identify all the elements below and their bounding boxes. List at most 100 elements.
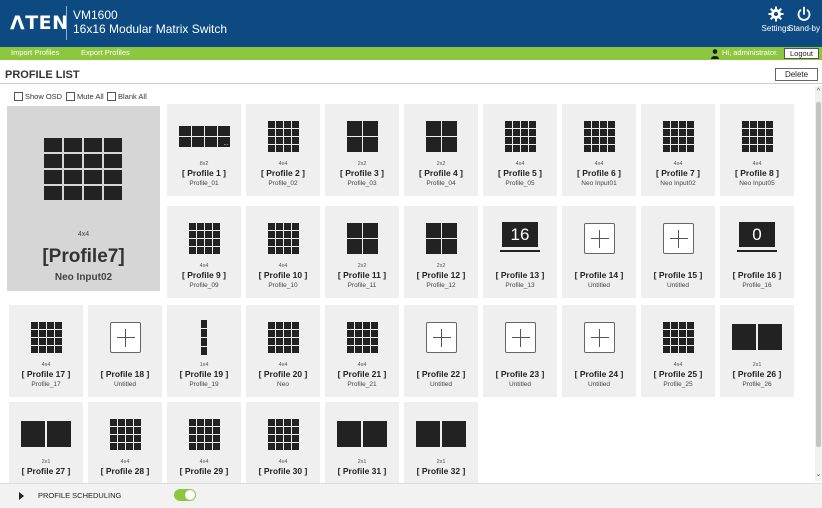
profile-card[interactable]: 4x4[ Profile 21 ] Profile_21 bbox=[325, 305, 399, 397]
profile-card[interactable]: 0 [ Profile 16 ] Profile_16 bbox=[720, 206, 794, 298]
profile-card[interactable]: 4x4[ Profile 7 ] Neo Input02 bbox=[641, 104, 715, 196]
profile-icon: ... bbox=[167, 116, 241, 156]
profile-icon bbox=[641, 317, 715, 357]
profile-card[interactable]: 4x4[ Profile 20 ] Neo bbox=[246, 305, 320, 397]
delete-button[interactable]: Delete bbox=[775, 68, 818, 81]
profile-scheduling-label[interactable]: PROFILE SCHEDULING bbox=[38, 491, 121, 500]
layout-grid-4x4-icon bbox=[741, 120, 773, 152]
profile-card[interactable]: 4x4[ Profile 29 ] bbox=[167, 402, 241, 494]
profile-card[interactable]: [ Profile 23 ] Untitled bbox=[483, 305, 557, 397]
logo-divider bbox=[66, 6, 67, 40]
layout-grid-4x4-icon bbox=[109, 418, 141, 450]
import-profiles-link[interactable]: Import Profiles bbox=[11, 48, 59, 57]
profile-label: [ Profile 21 ] bbox=[337, 369, 387, 379]
profile-icon bbox=[483, 317, 557, 357]
profile-layout: 4x4 bbox=[278, 263, 288, 269]
profile-label: [ Profile 15 ] bbox=[653, 270, 703, 280]
export-profiles-link[interactable]: Export Profiles bbox=[81, 48, 130, 57]
checkbox-box[interactable] bbox=[14, 92, 23, 101]
profile-card[interactable]: 4x4[ Profile 30 ] bbox=[246, 402, 320, 494]
product-title: VM1600 16x16 Modular Matrix Switch bbox=[73, 8, 227, 36]
layout-grid-8x2-icon: ... bbox=[178, 125, 230, 147]
profile-card[interactable]: 2x2[ Profile 3 ] Profile_03 bbox=[325, 104, 399, 196]
profile-icon bbox=[562, 116, 636, 156]
profile-label: [ Profile 26 ] bbox=[732, 369, 782, 379]
profile-card[interactable]: 4x4[ Profile 2 ] Profile_02 bbox=[246, 104, 320, 196]
profile-card[interactable]: [ Profile 18 ] Untitled bbox=[88, 305, 162, 397]
profile-card[interactable]: 1x4[ Profile 19 ] Profile_19 bbox=[167, 305, 241, 397]
layout-grid-4x4-icon bbox=[662, 120, 694, 152]
profile-layout: 2x2 bbox=[357, 161, 367, 167]
profile-layout: 4x4 bbox=[278, 459, 288, 465]
profile-card[interactable]: ... 8x2[ Profile 1 ] Profile_01 bbox=[167, 104, 241, 196]
profile-card[interactable]: 2x2[ Profile 12 ] Profile_12 bbox=[404, 206, 478, 298]
profile-card[interactable]: 4x4[ Profile 5 ] Profile_05 bbox=[483, 104, 557, 196]
profile-layout: 2x1 bbox=[436, 459, 446, 465]
profile-label: [ Profile 1 ] bbox=[182, 168, 226, 178]
profile-source: Profile_12 bbox=[426, 282, 456, 289]
profile-layout: 4x4 bbox=[594, 161, 604, 167]
profile-card[interactable]: 4x4[ Profile 6 ] Neo Input01 bbox=[562, 104, 636, 196]
blank-all-checkbox[interactable]: Blank All bbox=[107, 92, 147, 101]
scroll-up-arrow-icon[interactable]: ^ bbox=[815, 88, 822, 95]
logout-button[interactable]: Logout bbox=[784, 48, 819, 59]
expand-arrow-icon[interactable] bbox=[19, 492, 24, 500]
profile-card[interactable]: 4x4[ Profile 10 ] Profile_10 bbox=[246, 206, 320, 298]
profile-card[interactable]: 16 [ Profile 13 ] Profile_13 bbox=[483, 206, 557, 298]
profile-card[interactable]: 2x1[ Profile 32 ] bbox=[404, 402, 478, 494]
profile-icon bbox=[720, 317, 794, 357]
profile-layout: 4x4 bbox=[120, 459, 130, 465]
profile-card[interactable]: 2x2[ Profile 11 ] Profile_11 bbox=[325, 206, 399, 298]
profile-card[interactable]: 4x4[ Profile 9 ] Profile_09 bbox=[167, 206, 241, 298]
profile-label: [ Profile 20 ] bbox=[258, 369, 308, 379]
layout-grid-4x4-icon bbox=[30, 321, 62, 353]
profile-card[interactable]: [ Profile 22 ] Untitled bbox=[404, 305, 478, 397]
profile-icon bbox=[246, 218, 320, 258]
profile-card[interactable]: [ Profile 15 ] Untitled bbox=[641, 206, 715, 298]
checkbox-box[interactable] bbox=[107, 92, 116, 101]
profile-card[interactable]: [ Profile 24 ] Untitled bbox=[562, 305, 636, 397]
profile-source: Neo Input02 bbox=[660, 180, 696, 187]
profile-label: [ Profile 25 ] bbox=[653, 369, 703, 379]
profile-card[interactable]: 2x1[ Profile 26 ] Profile_26 bbox=[720, 305, 794, 397]
profile-icon bbox=[167, 218, 241, 258]
profile-label: [ Profile 29 ] bbox=[179, 466, 229, 476]
profile-source: Profile_05 bbox=[505, 180, 535, 187]
profile-card[interactable]: 2x1[ Profile 31 ] bbox=[325, 402, 399, 494]
profile-icon bbox=[325, 414, 399, 454]
gear-icon bbox=[768, 6, 784, 22]
profile-card[interactable]: 2x1[ Profile 27 ] bbox=[9, 402, 83, 494]
profile-source: Neo Input05 bbox=[739, 180, 775, 187]
subnav-bar: Import Profiles Export Profiles Hi, admi… bbox=[0, 47, 822, 60]
profile-source: Profile_03 bbox=[347, 180, 377, 187]
profile-layout: 4x4 bbox=[673, 161, 683, 167]
scheduling-toggle[interactable] bbox=[174, 489, 196, 501]
scroll-down-arrow-icon[interactable]: ⌄ bbox=[815, 470, 822, 478]
mute-all-label: Mute All bbox=[77, 92, 104, 101]
profile-icon bbox=[325, 317, 399, 357]
checkbox-box[interactable] bbox=[66, 92, 75, 101]
profile-icon: 0 bbox=[720, 218, 794, 258]
user-icon bbox=[711, 49, 719, 59]
add-icon bbox=[583, 222, 615, 254]
profile-icon bbox=[325, 218, 399, 258]
profile-card[interactable]: [ Profile 14 ] Untitled bbox=[562, 206, 636, 298]
profile-card[interactable]: 4x4[ Profile 17 ] Profile_17 bbox=[9, 305, 83, 397]
profile-card[interactable]: 4x4[ Profile 28 ] bbox=[88, 402, 162, 494]
profile-label: [ Profile 5 ] bbox=[498, 168, 542, 178]
layout-grid-4x4-icon bbox=[188, 418, 220, 450]
scrollbar-thumb[interactable] bbox=[816, 102, 821, 447]
show-osd-checkbox[interactable]: Show OSD bbox=[14, 92, 62, 101]
profile-card[interactable]: 4x4[ Profile 25 ] Profile_25 bbox=[641, 305, 715, 397]
layout-grid-4x4-icon bbox=[346, 321, 378, 353]
layout-grid-2x1-icon bbox=[732, 324, 782, 350]
standby-button[interactable]: Stand-by bbox=[786, 6, 822, 33]
profile-card[interactable]: 4x4[ Profile 8 ] Neo Input05 bbox=[720, 104, 794, 196]
profile-card[interactable]: 2x2[ Profile 4 ] Profile_04 bbox=[404, 104, 478, 196]
profile-label: [ Profile 28 ] bbox=[100, 466, 150, 476]
toggle-knob[interactable] bbox=[185, 490, 195, 500]
profile-icon bbox=[88, 317, 162, 357]
mute-all-checkbox[interactable]: Mute All bbox=[66, 92, 104, 101]
layout-grid-4x4-icon bbox=[583, 120, 615, 152]
layout-grid-2x2-icon bbox=[346, 120, 378, 152]
